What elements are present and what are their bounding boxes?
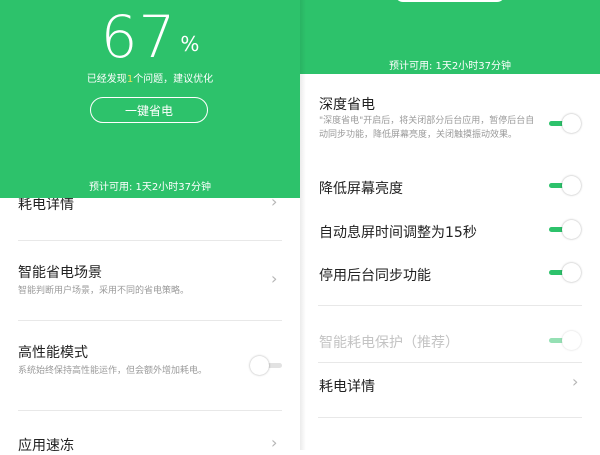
deep-saving-description: "深度省电"开启后，将关闭部分后台应用，暂停后台自动同步功能，降低屏幕亮度，关闭… — [319, 116, 535, 140]
top-button[interactable] — [395, 0, 505, 2]
option-title: 停用后台同步功能 — [319, 268, 431, 284]
screen-timeout-toggle[interactable] — [549, 220, 581, 240]
list-item-smart-scene[interactable]: 智能省电场景 智能判断用户场景，采用不同的省电策略。 › — [0, 241, 300, 319]
battery-percent-value: 67 — [100, 3, 177, 71]
divider — [318, 305, 582, 306]
option-title: 自动息屏时间调整为15秒 — [319, 225, 477, 241]
one-key-save-button[interactable]: 一键省电 — [90, 97, 208, 123]
option-lower-brightness: 降低屏幕亮度 — [300, 172, 600, 200]
option-title: 降低屏幕亮度 — [319, 181, 403, 197]
issues-found-suffix: 个问题，建议优化 — [133, 74, 214, 85]
smart-protection-toggle[interactable] — [549, 331, 581, 351]
divider — [318, 417, 582, 418]
deep-saving-section: 深度省电 "深度省电"开启后，将关闭部分后台应用，暂停后台自动同步功能，降低屏幕… — [300, 74, 600, 167]
list-item-title: 应用速冻 — [18, 438, 74, 454]
chevron-right-icon: › — [271, 433, 278, 452]
option-title: 智能耗电保护（推荐） — [319, 335, 459, 351]
list-item-title: 耗电详情 — [18, 198, 74, 213]
option-disable-sync: 停用后台同步功能 — [300, 259, 600, 287]
deep-saving-title: 深度省电 — [319, 97, 375, 113]
estimated-time-left: 预计可用: 1天2小时37分钟 — [89, 182, 211, 193]
battery-percent: 67% — [0, 4, 300, 70]
divider — [318, 362, 582, 363]
list-item-subtitle: 系统始终保持高性能运作，但会额外增加耗电。 — [18, 366, 208, 376]
chevron-right-icon: › — [271, 269, 278, 288]
issues-found-text: 已经发现1个问题，建议优化 — [0, 70, 300, 85]
high-performance-toggle[interactable] — [250, 356, 282, 376]
estimated-time-left-right: 预计可用: 1天2小时37分钟 — [389, 61, 511, 72]
percent-sign: % — [180, 32, 200, 56]
option-screen-timeout: 自动息屏时间调整为15秒 — [300, 216, 600, 244]
option-smart-protection: 智能耗电保护（推荐） — [300, 326, 600, 356]
list-item-subtitle: 智能判断用户场景，采用不同的省电策略。 — [18, 286, 190, 296]
deep-saving-toggle[interactable] — [549, 114, 581, 134]
chevron-right-icon: › — [271, 198, 278, 211]
list-item-title: 智能省电场景 — [18, 265, 102, 281]
list-item-power-details[interactable]: 耗电详情 › — [0, 198, 300, 216]
list-item-title: 耗电详情 — [319, 379, 375, 395]
disable-sync-toggle[interactable] — [549, 263, 581, 283]
list-item-high-performance: 高性能模式 系统始终保持高性能运作，但会额外增加耗电。 — [0, 321, 300, 409]
issues-found-prefix: 已经发现 — [86, 74, 127, 85]
list-item-power-details-right[interactable]: 耗电详情 › — [300, 364, 600, 414]
lower-brightness-toggle[interactable] — [549, 176, 581, 196]
chevron-right-icon: › — [572, 372, 579, 391]
list-item-title: 高性能模式 — [18, 345, 88, 361]
list-item-app-freeze[interactable]: 应用速冻 › — [0, 411, 300, 454]
